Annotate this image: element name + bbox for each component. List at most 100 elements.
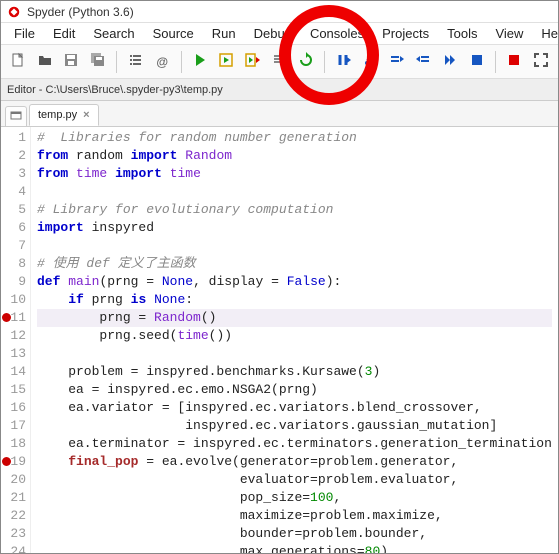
continue-button[interactable]: [439, 50, 462, 74]
code-line[interactable]: def main(prng = None, display = False):: [37, 273, 552, 291]
line-number[interactable]: 4: [3, 183, 26, 201]
menu-view[interactable]: View: [486, 23, 532, 44]
code-line[interactable]: ea.terminator = inspyred.ec.terminators.…: [37, 435, 552, 453]
line-number[interactable]: 11: [3, 309, 26, 327]
menu-file[interactable]: File: [5, 23, 44, 44]
code-line[interactable]: bounder=problem.bounder,: [37, 525, 552, 543]
line-number[interactable]: 14: [3, 363, 26, 381]
menu-edit[interactable]: Edit: [44, 23, 84, 44]
line-number[interactable]: 13: [3, 345, 26, 363]
menu-debug[interactable]: Debug: [245, 23, 301, 44]
line-number[interactable]: 16: [3, 399, 26, 417]
rerun-button[interactable]: [295, 50, 318, 74]
toolbar-separator: [116, 51, 117, 73]
run-selection-button[interactable]: [268, 50, 291, 74]
continue-icon: [442, 52, 458, 71]
step-over-button[interactable]: [359, 50, 382, 74]
editor-path-label: Editor - C:\Users\Bruce\.spyder-py3\temp…: [7, 84, 223, 96]
step-over-icon: [362, 52, 378, 71]
debug-button[interactable]: [332, 50, 355, 74]
code-line[interactable]: max_generations=80): [37, 543, 552, 553]
window-title: Spyder (Python 3.6): [27, 5, 134, 19]
code-line[interactable]: from random import Random: [37, 147, 552, 165]
toolbar-separator: [181, 51, 182, 73]
line-number-gutter[interactable]: 1234567891011121314151617181920212223242…: [1, 127, 31, 553]
goto-symbol-button[interactable]: @: [151, 50, 174, 74]
code-line[interactable]: inspyred.ec.variators.gaussian_mutation]: [37, 417, 552, 435]
open-file-button[interactable]: [34, 50, 57, 74]
menu-run[interactable]: Run: [203, 23, 245, 44]
line-number[interactable]: 22: [3, 507, 26, 525]
menu-help[interactable]: Help: [532, 23, 559, 44]
line-number[interactable]: 19: [3, 453, 26, 471]
code-line[interactable]: if prng is None:: [37, 291, 552, 309]
tab-browse-button[interactable]: [5, 106, 27, 126]
code-line[interactable]: import inspyred: [37, 219, 552, 237]
tab-temp-py[interactable]: temp.py ×: [29, 104, 99, 126]
line-number[interactable]: 23: [3, 525, 26, 543]
line-number[interactable]: 3: [3, 165, 26, 183]
line-number[interactable]: 15: [3, 381, 26, 399]
run-cell-advance-button[interactable]: [242, 50, 265, 74]
toolbar: @: [1, 45, 558, 79]
menubar: File Edit Search Source Run Debug Consol…: [1, 23, 558, 45]
code-line[interactable]: [37, 345, 552, 363]
step-in-icon: [389, 52, 405, 71]
line-number[interactable]: 9: [3, 273, 26, 291]
line-number[interactable]: 21: [3, 489, 26, 507]
line-number[interactable]: 8: [3, 255, 26, 273]
code-line[interactable]: # Libraries for random number generation: [37, 129, 552, 147]
rerun-icon: [298, 52, 314, 71]
maximize-pane-button[interactable]: [529, 50, 552, 74]
code-line[interactable]: maximize=problem.maximize,: [37, 507, 552, 525]
run-button[interactable]: [188, 50, 211, 74]
code-line[interactable]: final_pop = ea.evolve(generator=problem.…: [37, 453, 552, 471]
new-file-button[interactable]: [7, 50, 30, 74]
code-line[interactable]: prng.seed(time()): [37, 327, 552, 345]
open-folder-icon: [37, 52, 53, 71]
code-line[interactable]: pop_size=100,: [37, 489, 552, 507]
code-editor[interactable]: 1234567891011121314151617181920212223242…: [1, 127, 558, 553]
editor-path-bar: Editor - C:\Users\Bruce\.spyder-py3\temp…: [1, 79, 558, 101]
menu-consoles[interactable]: Consoles: [301, 23, 373, 44]
line-number[interactable]: 18: [3, 435, 26, 453]
code-line[interactable]: evaluator=problem.evaluator,: [37, 471, 552, 489]
menu-search[interactable]: Search: [84, 23, 143, 44]
line-number[interactable]: 1: [3, 129, 26, 147]
save-all-button[interactable]: [87, 50, 110, 74]
code-line[interactable]: prng = Random(): [37, 309, 552, 327]
step-in-button[interactable]: [386, 50, 409, 74]
code-line[interactable]: [37, 237, 552, 255]
interrupt-button[interactable]: [503, 50, 526, 74]
line-number[interactable]: 12: [3, 327, 26, 345]
line-number[interactable]: 6: [3, 219, 26, 237]
menu-tools[interactable]: Tools: [438, 23, 486, 44]
outline-button[interactable]: [124, 50, 147, 74]
save-icon: [63, 52, 79, 71]
code-line[interactable]: from time import time: [37, 165, 552, 183]
code-area[interactable]: # Libraries for random number generation…: [31, 127, 558, 553]
run-cell-advance-icon: [245, 52, 261, 71]
code-line[interactable]: ea.variator = [inspyred.ec.variators.ble…: [37, 399, 552, 417]
save-button[interactable]: [60, 50, 83, 74]
toolbar-separator: [324, 51, 325, 73]
stop-debug-button[interactable]: [465, 50, 488, 74]
line-number[interactable]: 17: [3, 417, 26, 435]
line-number[interactable]: 5: [3, 201, 26, 219]
run-cell-button[interactable]: [215, 50, 238, 74]
menu-source[interactable]: Source: [144, 23, 203, 44]
line-number[interactable]: 7: [3, 237, 26, 255]
line-number[interactable]: 20: [3, 471, 26, 489]
line-number[interactable]: 24: [3, 543, 26, 553]
new-file-icon: [10, 52, 26, 71]
code-line[interactable]: [37, 183, 552, 201]
line-number[interactable]: 2: [3, 147, 26, 165]
code-line[interactable]: # 使用 def 定义了主函数: [37, 255, 552, 273]
menu-projects[interactable]: Projects: [373, 23, 438, 44]
code-line[interactable]: ea = inspyred.ec.emo.NSGA2(prng): [37, 381, 552, 399]
code-line[interactable]: problem = inspyred.benchmarks.Kursawe(3): [37, 363, 552, 381]
step-out-button[interactable]: [412, 50, 435, 74]
code-line[interactable]: # Library for evolutionary computation: [37, 201, 552, 219]
line-number[interactable]: 10: [3, 291, 26, 309]
tab-close-button[interactable]: ×: [83, 109, 89, 121]
